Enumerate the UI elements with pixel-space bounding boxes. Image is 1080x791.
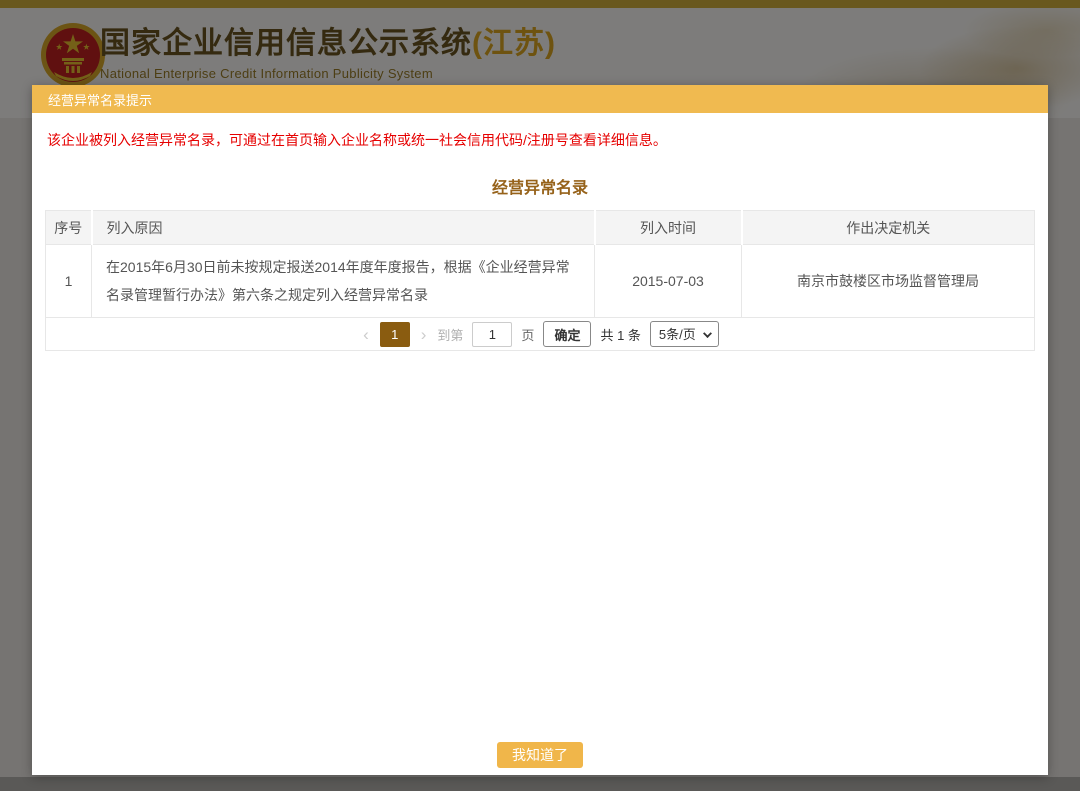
col-header-date: 列入时间 [595,211,742,245]
pagination-bar: ‹ 1 › 到第 页 确定 共 1 条 5条/页 [45,318,1035,351]
table-header-row: 序号 列入原因 列入时间 作出决定机关 [46,211,1035,245]
modal-footer: 我知道了 [45,742,1035,775]
goto-page-label: 到第 [437,325,463,344]
modal-body: 该企业被列入经营异常名录，可通过在首页输入企业名称或统一社会信用代码/注册号查看… [32,113,1048,775]
cell-reason: 在2015年6月30日前未按规定报送2014年度年度报告，根据《企业经营异常名录… [92,245,595,318]
total-count-label: 共 1 条 [600,325,640,344]
modal-title: 经营异常名录提示 [48,90,152,109]
page-unit-label: 页 [521,325,534,344]
col-header-reason: 列入原因 [92,211,595,245]
prev-page-icon[interactable]: ‹ [361,326,371,343]
cell-index: 1 [46,245,92,318]
acknowledge-button[interactable]: 我知道了 [497,742,583,768]
abnormal-operations-modal: 经营异常名录提示 该企业被列入经营异常名录，可通过在首页输入企业名称或统一社会信… [32,85,1048,775]
col-header-index: 序号 [46,211,92,245]
cell-authority: 南京市鼓楼区市场监督管理局 [742,245,1035,318]
table-section-title: 经营异常名录 [45,174,1035,198]
next-page-icon[interactable]: › [419,326,429,343]
current-page-button[interactable]: 1 [380,322,410,347]
col-header-authority: 作出决定机关 [742,211,1035,245]
abnormal-list-table-wrap: 序号 列入原因 列入时间 作出决定机关 1 在2015年6月30日前未按规定报送… [45,210,1035,351]
table-row: 1 在2015年6月30日前未按规定报送2014年度年度报告，根据《企业经营异常… [46,245,1035,318]
abnormal-notice-text: 该企业被列入经营异常名录，可通过在首页输入企业名称或统一社会信用代码/注册号查看… [45,113,1035,150]
cell-date: 2015-07-03 [595,245,742,318]
page-number-input[interactable] [472,322,512,347]
page-size-select[interactable]: 5条/页 [650,321,719,347]
goto-confirm-button[interactable]: 确定 [543,321,591,347]
modal-titlebar: 经营异常名录提示 [32,85,1048,113]
modal-blank-area [45,351,1035,742]
abnormal-list-table: 序号 列入原因 列入时间 作出决定机关 1 在2015年6月30日前未按规定报送… [45,210,1035,318]
